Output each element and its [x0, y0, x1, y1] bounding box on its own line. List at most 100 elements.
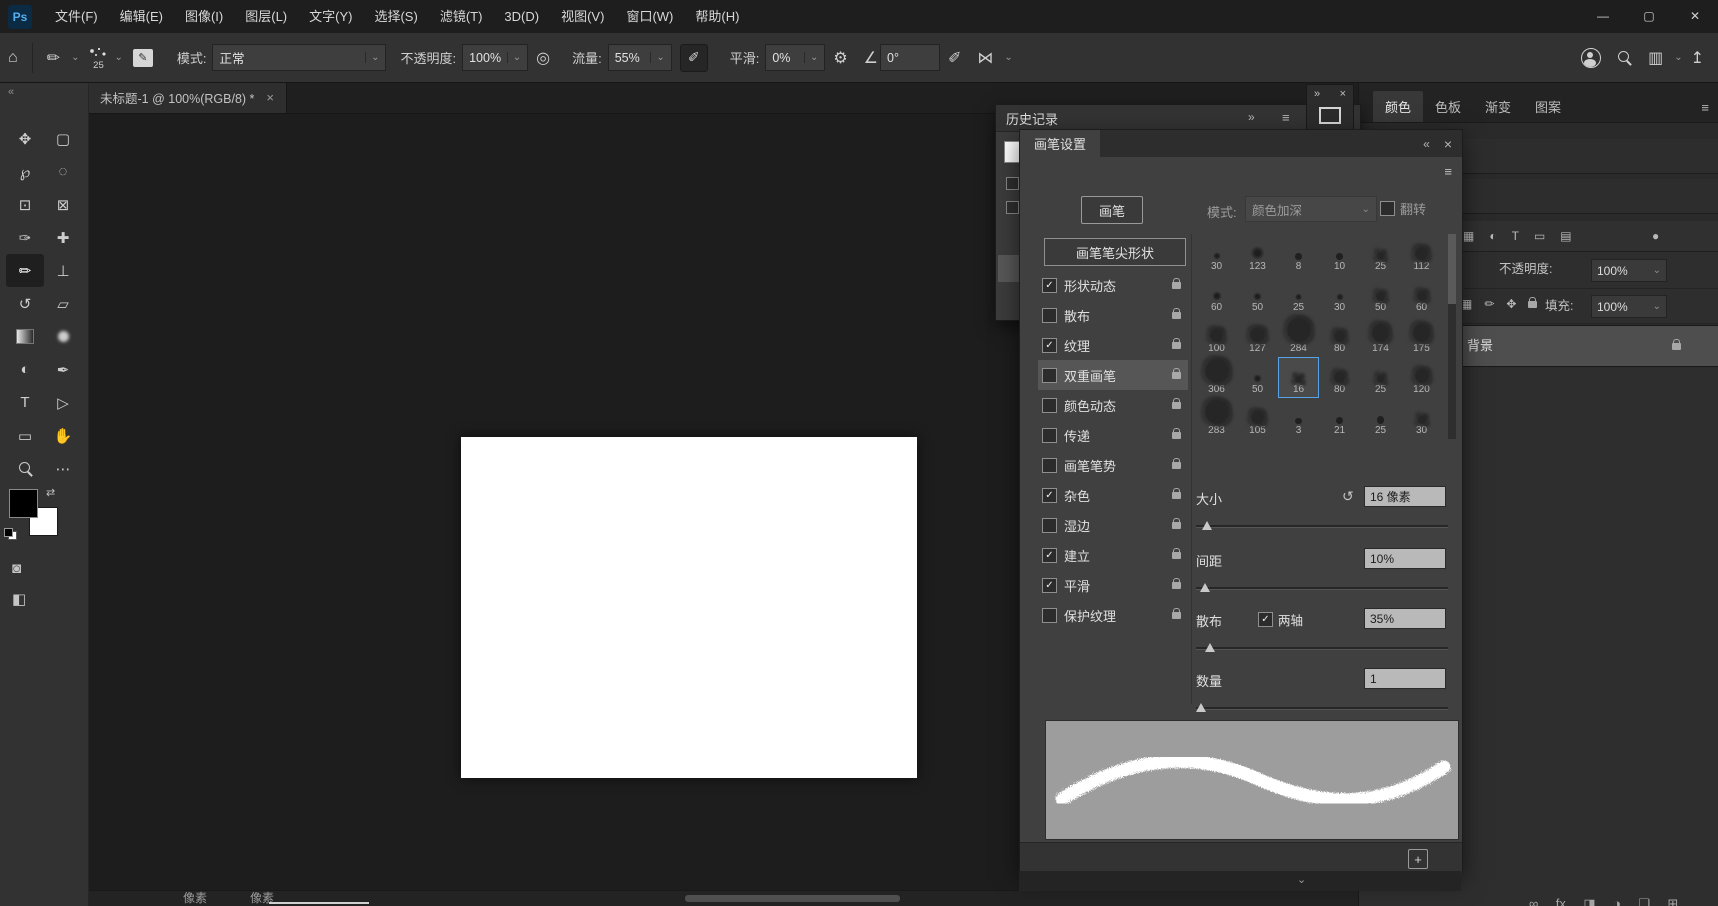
filter-toggle-icon[interactable]: ●: [1652, 229, 1659, 243]
home-icon[interactable]: ⌂: [8, 49, 18, 67]
layer-fill-select[interactable]: 100%⌄: [1591, 295, 1667, 318]
brush-preset-25[interactable]: 25: [1278, 275, 1319, 316]
checkbox[interactable]: [1042, 308, 1057, 323]
brush-option-scattering[interactable]: 散布: [1038, 300, 1188, 330]
checkbox[interactable]: [1380, 201, 1395, 216]
crop-tool[interactable]: ⊡: [6, 188, 44, 221]
document-tab[interactable]: 未标题-1 @ 100%(RGB/8) * ×: [88, 82, 287, 113]
brush-preset-25[interactable]: 25: [1360, 357, 1401, 398]
eraser-tool[interactable]: ▱: [44, 287, 82, 320]
menu-file[interactable]: 文件(F): [44, 0, 109, 33]
foreground-color-swatch[interactable]: [9, 489, 38, 518]
brush-option-smoothing[interactable]: ✓平滑: [1038, 570, 1188, 600]
brush-preset-175[interactable]: 175: [1401, 316, 1442, 357]
smoothing-select[interactable]: 0%⌄: [765, 44, 825, 71]
brush-preset-174[interactable]: 174: [1360, 316, 1401, 357]
lock-icon[interactable]: [1172, 282, 1181, 289]
frame-tool[interactable]: ⊠: [44, 188, 82, 221]
panel-tab-patterns[interactable]: 图案: [1523, 91, 1573, 122]
brush-preset-25[interactable]: 25: [1360, 398, 1401, 439]
brush-preset-100[interactable]: 100: [1196, 316, 1237, 357]
adjustment-layer-icon[interactable]: ◑: [1613, 896, 1621, 906]
collapse-panel-icon[interactable]: «: [1423, 137, 1430, 151]
collapse-panel-icon[interactable]: »: [1314, 88, 1320, 100]
scatter-slider[interactable]: [1196, 642, 1448, 654]
current-tool-icon[interactable]: ✏: [47, 48, 60, 68]
history-state-box[interactable]: [1006, 201, 1019, 214]
spacing-slider[interactable]: [1196, 582, 1448, 594]
brush-preset-8[interactable]: 8: [1278, 234, 1319, 275]
lock-position-icon[interactable]: ✥: [1506, 297, 1516, 311]
toggle-brush-settings-icon[interactable]: ✎: [133, 49, 153, 67]
lock-icon[interactable]: [1172, 342, 1181, 349]
flip-checkbox[interactable]: 翻转: [1380, 199, 1426, 218]
preset-scrollbar[interactable]: [1448, 234, 1456, 439]
close-panel-icon[interactable]: ×: [1340, 88, 1346, 100]
brush-preset-30[interactable]: 30: [1319, 275, 1360, 316]
brush-option-protect-texture[interactable]: 保护纹理: [1038, 600, 1188, 630]
brush-option-brush-pose[interactable]: 画笔笔势: [1038, 450, 1188, 480]
brushes-button[interactable]: 画笔: [1081, 196, 1143, 224]
lock-icon[interactable]: [1172, 462, 1181, 469]
brush-preset-105[interactable]: 105: [1237, 398, 1278, 439]
menu-filter[interactable]: 滤镜(T): [429, 0, 494, 33]
angle-input[interactable]: 0°: [880, 44, 940, 71]
brush-preset-50[interactable]: 50: [1360, 275, 1401, 316]
filter-shape-layers-icon[interactable]: ▭: [1534, 229, 1545, 243]
menu-layer[interactable]: 图层(L): [234, 0, 298, 33]
checkbox[interactable]: ✓: [1042, 548, 1057, 563]
panel-tab-color[interactable]: 颜色: [1373, 91, 1423, 122]
default-colors-icon[interactable]: [4, 528, 17, 540]
brush-preset-127[interactable]: 127: [1237, 316, 1278, 357]
new-layer-icon[interactable]: ⊞: [1667, 896, 1678, 906]
gear-icon[interactable]: ⚙: [833, 48, 847, 68]
brush-option-transfer[interactable]: 传递: [1038, 420, 1188, 450]
count-input[interactable]: 1: [1364, 668, 1446, 689]
brush-option-wet-edges[interactable]: 湿边: [1038, 510, 1188, 540]
layer-opacity-select[interactable]: 100%⌄: [1591, 259, 1667, 282]
lock-icon[interactable]: [1172, 612, 1181, 619]
symmetry-icon[interactable]: ⋈: [977, 48, 993, 68]
scroll-down-chevron-icon[interactable]: ⌄: [1297, 873, 1306, 886]
brush-preset-3[interactable]: 3: [1278, 398, 1319, 439]
more-tools[interactable]: ⋯: [44, 452, 82, 485]
lock-icon[interactable]: [1172, 582, 1181, 589]
checkbox[interactable]: ✓: [1042, 578, 1057, 593]
size-slider[interactable]: [1196, 520, 1448, 532]
brush-preset-80[interactable]: 80: [1319, 357, 1360, 398]
count-slider[interactable]: [1196, 702, 1448, 714]
brush-preset-16[interactable]: 16: [1278, 357, 1319, 398]
checkbox[interactable]: [1042, 518, 1057, 533]
checkbox[interactable]: ✓: [1258, 612, 1273, 627]
brush-preset-50[interactable]: 50: [1237, 357, 1278, 398]
checkbox[interactable]: ✓: [1042, 488, 1057, 503]
horizontal-scrollbar[interactable]: [685, 895, 900, 902]
brush-preset-80[interactable]: 80: [1319, 316, 1360, 357]
brush-preset-21[interactable]: 21: [1319, 398, 1360, 439]
tab-close-icon[interactable]: ×: [266, 90, 274, 105]
close-panel-icon[interactable]: ×: [1444, 136, 1452, 152]
size-input[interactable]: 16 像素: [1364, 486, 1446, 507]
path-select-tool[interactable]: ▷: [44, 386, 82, 419]
blend-mode-select[interactable]: 正常⌄: [212, 44, 386, 71]
slider-thumb[interactable]: [1200, 583, 1210, 592]
slider-thumb[interactable]: [1196, 703, 1206, 712]
menu-help[interactable]: 帮助(H): [684, 0, 750, 33]
document-canvas[interactable]: [461, 437, 917, 778]
brush-option-build-up[interactable]: ✓建立: [1038, 540, 1188, 570]
panel-menu-icon[interactable]: ≡: [1282, 110, 1290, 125]
pressure-opacity-icon[interactable]: ◎: [536, 48, 550, 68]
rect-marquee-tool[interactable]: ▢: [44, 122, 82, 155]
healing-brush-tool[interactable]: ✚: [44, 221, 82, 254]
brush-preset-10[interactable]: 10: [1319, 234, 1360, 275]
layer-mask-icon[interactable]: ◨: [1583, 896, 1595, 906]
layer-lock-icon[interactable]: [1672, 343, 1681, 350]
brush-preset-283[interactable]: 283: [1196, 398, 1237, 439]
brush-option-noise[interactable]: ✓杂色: [1038, 480, 1188, 510]
filter-type-layers-icon[interactable]: T: [1512, 229, 1519, 243]
swap-colors-icon[interactable]: ⇄: [46, 486, 55, 499]
brush-preset-60[interactable]: 60: [1196, 275, 1237, 316]
clone-stamp-tool[interactable]: ⊥: [44, 254, 82, 287]
link-layers-icon[interactable]: ∞: [1529, 896, 1538, 906]
menu-3d[interactable]: 3D(D): [493, 0, 550, 33]
